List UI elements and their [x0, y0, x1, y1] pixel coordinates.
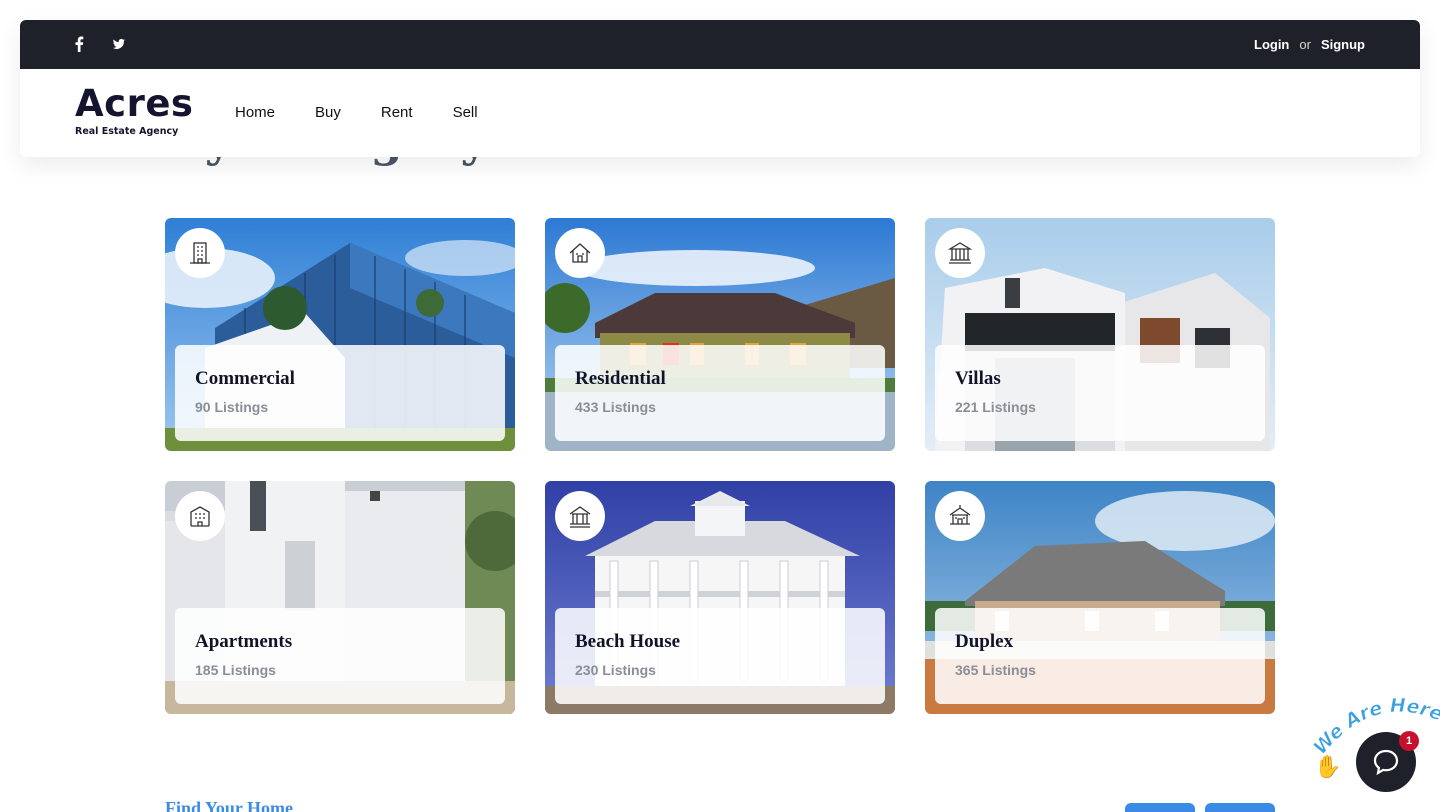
- card-count: 90 Listings: [195, 399, 269, 415]
- prev-button[interactable]: [1125, 803, 1195, 812]
- beach-house-icon: [555, 491, 605, 541]
- house-icon: [555, 228, 605, 278]
- card-info: Beach House 230 Listings: [555, 608, 885, 704]
- category-card-residential[interactable]: Residential 433 Listings: [545, 218, 895, 451]
- category-grid: Commercial 90 Listings Residential 433 L…: [165, 218, 1275, 714]
- nav-sell[interactable]: Sell: [453, 104, 478, 121]
- category-card-apartments[interactable]: Apartments 185 Listings: [165, 481, 515, 714]
- next-button[interactable]: [1205, 803, 1275, 812]
- duplex-icon: [935, 491, 985, 541]
- apartment-icon: [175, 491, 225, 541]
- login-link[interactable]: Login: [1254, 37, 1289, 52]
- card-info: Villas 221 Listings: [935, 345, 1265, 441]
- card-title: Beach House: [575, 631, 681, 652]
- card-count: 185 Listings: [195, 662, 276, 678]
- facebook-icon[interactable]: [72, 36, 86, 52]
- category-card-beach-house[interactable]: Beach House 230 Listings: [545, 481, 895, 714]
- card-title: Commercial: [195, 368, 295, 389]
- logo-name: Acres: [75, 82, 194, 125]
- logo[interactable]: Acres Real Estate Agency: [75, 82, 194, 138]
- card-count: 433 Listings: [575, 399, 656, 415]
- card-title: Duplex: [955, 631, 1014, 652]
- auth-links: Login or Signup: [1254, 37, 1365, 52]
- social-links: [72, 36, 126, 52]
- card-title: Apartments: [195, 631, 293, 652]
- or-separator: or: [1299, 37, 1311, 52]
- main-nav-bar: Acres Real Estate Agency Home Buy Rent S…: [20, 69, 1420, 157]
- nav-home[interactable]: Home: [235, 104, 275, 121]
- top-bar: Login or Signup: [20, 20, 1420, 69]
- signup-link[interactable]: Signup: [1321, 37, 1365, 52]
- office-building-icon: [175, 228, 225, 278]
- card-count: 230 Listings: [575, 662, 656, 678]
- card-count: 365 Listings: [955, 662, 1036, 678]
- card-title: Villas: [955, 368, 1001, 389]
- primary-nav: Home Buy Rent Sell: [235, 104, 478, 121]
- twitter-icon[interactable]: [112, 36, 126, 52]
- category-card-duplex[interactable]: Duplex 365 Listings: [925, 481, 1275, 714]
- category-card-commercial[interactable]: Commercial 90 Listings: [165, 218, 515, 451]
- columns-building-icon: [935, 228, 985, 278]
- site-header: Login or Signup Acres Real Estate Agency…: [20, 20, 1420, 157]
- chat-icon: [1373, 749, 1399, 776]
- waving-hand-icon: ✋: [1314, 754, 1342, 779]
- card-info: Commercial 90 Listings: [175, 345, 505, 441]
- category-card-villas[interactable]: Villas 221 Listings: [925, 218, 1275, 451]
- card-info: Apartments 185 Listings: [175, 608, 505, 704]
- nav-buy[interactable]: Buy: [315, 104, 341, 121]
- card-count: 221 Listings: [955, 399, 1036, 415]
- card-info: Residential 433 Listings: [555, 345, 885, 441]
- unread-badge: 1: [1399, 731, 1419, 751]
- chat-widget: We Are Here! ✋ 1: [1312, 698, 1440, 798]
- card-title: Residential: [575, 368, 666, 389]
- logo-tagline: Real Estate Agency: [75, 126, 179, 137]
- nav-rent[interactable]: Rent: [381, 104, 413, 121]
- find-your-home-heading: Find Your Home: [165, 798, 294, 812]
- card-info: Duplex 365 Listings: [935, 608, 1265, 704]
